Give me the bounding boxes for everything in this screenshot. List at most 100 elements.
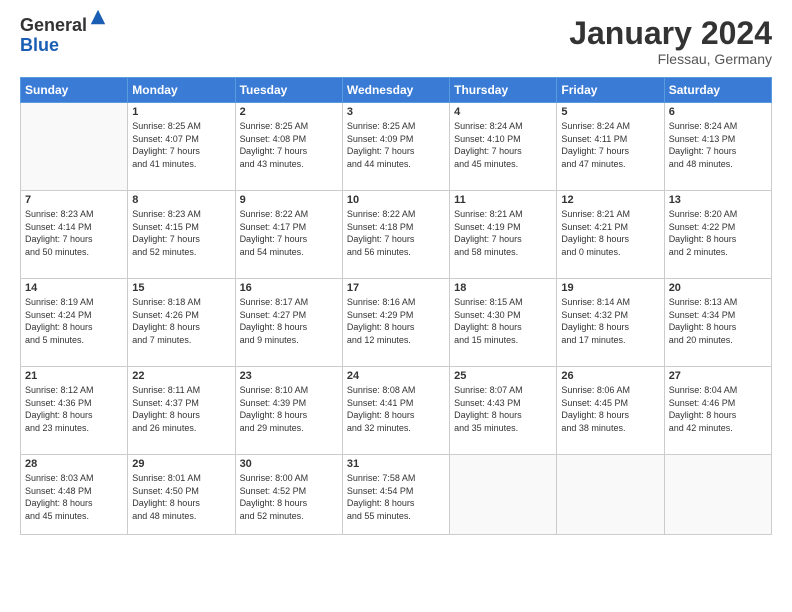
table-row: 15 Sunrise: 8:18 AM Sunset: 4:26 PM Dayli… (128, 279, 235, 367)
day-info: Sunrise: 8:12 AM Sunset: 4:36 PM Dayligh… (25, 384, 123, 434)
table-row: 19Sunrise: 8:14 AM Sunset: 4:32 PM Dayli… (557, 279, 664, 367)
title-block: January 2024 Flessau, Germany (569, 16, 772, 67)
table-row: 13 Sunrise: 8:20 AM Sunset: 4:22 PM Dayli… (664, 191, 771, 279)
table-row: 28Sunrise: 8:03 AM Sunset: 4:48 PM Dayli… (21, 455, 128, 535)
day-info: Sunrise: 8:19 AM Sunset: 4:24 PM Dayligh… (25, 296, 123, 346)
day-info: Sunrise: 8:18 AM Sunset: 4:26 PM Dayligh… (132, 296, 230, 346)
table-row: 11 Sunrise: 8:21 AM Sunset: 4:19 PM Dayli… (450, 191, 557, 279)
table-row: 30Sunrise: 8:00 AM Sunset: 4:52 PM Dayli… (235, 455, 342, 535)
table-row: 27 Sunrise: 8:04 AM Sunset: 4:46 PM Dayli… (664, 367, 771, 455)
day-number: 25 (454, 370, 552, 382)
table-row (664, 455, 771, 535)
day-info: Sunrise: 8:21 AM Sunset: 4:21 PM Dayligh… (561, 208, 659, 258)
calendar-table: Sunday Monday Tuesday Wednesday Thursday… (20, 77, 772, 535)
table-row: 26Sunrise: 8:06 AM Sunset: 4:45 PM Dayli… (557, 367, 664, 455)
table-row: 22Sunrise: 8:11 AM Sunset: 4:37 PM Dayli… (128, 367, 235, 455)
day-number: 18 (454, 282, 552, 294)
col-sunday: Sunday (21, 78, 128, 103)
col-thursday: Thursday (450, 78, 557, 103)
day-info: Sunrise: 8:21 AM Sunset: 4:19 PM Dayligh… (454, 208, 552, 258)
calendar-week-row: 21 Sunrise: 8:12 AM Sunset: 4:36 PM Dayli… (21, 367, 772, 455)
table-row: 21 Sunrise: 8:12 AM Sunset: 4:36 PM Dayli… (21, 367, 128, 455)
day-info: Sunrise: 8:15 AM Sunset: 4:30 PM Dayligh… (454, 296, 552, 346)
col-friday: Friday (557, 78, 664, 103)
table-row: 10 Sunrise: 8:22 AM Sunset: 4:18 PM Dayli… (342, 191, 449, 279)
day-number: 27 (669, 370, 767, 382)
table-row (557, 455, 664, 535)
day-number: 24 (347, 370, 445, 382)
day-info: Sunrise: 8:11 AM Sunset: 4:37 PM Dayligh… (132, 384, 230, 434)
day-number: 17 (347, 282, 445, 294)
day-info: Sunrise: 8:03 AM Sunset: 4:48 PM Dayligh… (25, 472, 123, 522)
day-info: Sunrise: 8:22 AM Sunset: 4:18 PM Dayligh… (347, 208, 445, 258)
table-row: 6Sunrise: 8:24 AM Sunset: 4:13 PM Daylig… (664, 103, 771, 191)
col-saturday: Saturday (664, 78, 771, 103)
day-number: 10 (347, 194, 445, 206)
day-number: 13 (669, 194, 767, 206)
day-number: 31 (347, 458, 445, 470)
day-number: 14 (25, 282, 123, 294)
day-number: 15 (132, 282, 230, 294)
table-row: 12 Sunrise: 8:21 AM Sunset: 4:21 PM Dayli… (557, 191, 664, 279)
page: General Blue January 2024 Flessau, Germa… (0, 0, 792, 612)
day-info: Sunrise: 7:58 AM Sunset: 4:54 PM Dayligh… (347, 472, 445, 522)
calendar-week-row: 28Sunrise: 8:03 AM Sunset: 4:48 PM Dayli… (21, 455, 772, 535)
table-row: 25 Sunrise: 8:07 AM Sunset: 4:43 PM Dayli… (450, 367, 557, 455)
day-info: Sunrise: 8:14 AM Sunset: 4:32 PM Dayligh… (561, 296, 659, 346)
day-number: 16 (240, 282, 338, 294)
day-number: 4 (454, 106, 552, 118)
day-info: Sunrise: 8:24 AM Sunset: 4:13 PM Dayligh… (669, 120, 767, 170)
table-row: 8 Sunrise: 8:23 AM Sunset: 4:15 PM Daylig… (128, 191, 235, 279)
day-info: Sunrise: 8:25 AM Sunset: 4:07 PM Dayligh… (132, 120, 230, 170)
day-info: Sunrise: 8:13 AM Sunset: 4:34 PM Dayligh… (669, 296, 767, 346)
day-number: 7 (25, 194, 123, 206)
day-info: Sunrise: 8:23 AM Sunset: 4:14 PM Dayligh… (25, 208, 123, 258)
day-info: Sunrise: 8:25 AM Sunset: 4:09 PM Dayligh… (347, 120, 445, 170)
day-info: Sunrise: 8:07 AM Sunset: 4:43 PM Dayligh… (454, 384, 552, 434)
month-title: January 2024 (569, 16, 772, 51)
day-number: 3 (347, 106, 445, 118)
day-info: Sunrise: 8:24 AM Sunset: 4:10 PM Dayligh… (454, 120, 552, 170)
day-info: Sunrise: 8:17 AM Sunset: 4:27 PM Dayligh… (240, 296, 338, 346)
calendar-week-row: 14 Sunrise: 8:19 AM Sunset: 4:24 PM Dayli… (21, 279, 772, 367)
day-info: Sunrise: 8:01 AM Sunset: 4:50 PM Dayligh… (132, 472, 230, 522)
table-row: 29 Sunrise: 8:01 AM Sunset: 4:50 PM Dayli… (128, 455, 235, 535)
table-row: 16 Sunrise: 8:17 AM Sunset: 4:27 PM Dayli… (235, 279, 342, 367)
table-row: 5 Sunrise: 8:24 AM Sunset: 4:11 PM Daylig… (557, 103, 664, 191)
day-info: Sunrise: 8:08 AM Sunset: 4:41 PM Dayligh… (347, 384, 445, 434)
location: Flessau, Germany (569, 51, 772, 67)
table-row: 14 Sunrise: 8:19 AM Sunset: 4:24 PM Dayli… (21, 279, 128, 367)
day-number: 5 (561, 106, 659, 118)
calendar-week-row: 1 Sunrise: 8:25 AM Sunset: 4:07 PM Daylig… (21, 103, 772, 191)
col-monday: Monday (128, 78, 235, 103)
day-number: 20 (669, 282, 767, 294)
day-number: 23 (240, 370, 338, 382)
logo-general-text: General (20, 16, 87, 36)
day-number: 8 (132, 194, 230, 206)
table-row: 1 Sunrise: 8:25 AM Sunset: 4:07 PM Daylig… (128, 103, 235, 191)
day-info: Sunrise: 8:04 AM Sunset: 4:46 PM Dayligh… (669, 384, 767, 434)
table-row: 24 Sunrise: 8:08 AM Sunset: 4:41 PM Dayli… (342, 367, 449, 455)
day-info: Sunrise: 8:23 AM Sunset: 4:15 PM Dayligh… (132, 208, 230, 258)
table-row: 20 Sunrise: 8:13 AM Sunset: 4:34 PM Dayli… (664, 279, 771, 367)
day-number: 1 (132, 106, 230, 118)
day-info: Sunrise: 8:24 AM Sunset: 4:11 PM Dayligh… (561, 120, 659, 170)
table-row: 3 Sunrise: 8:25 AM Sunset: 4:09 PM Daylig… (342, 103, 449, 191)
col-tuesday: Tuesday (235, 78, 342, 103)
day-number: 21 (25, 370, 123, 382)
day-number: 12 (561, 194, 659, 206)
day-info: Sunrise: 8:22 AM Sunset: 4:17 PM Dayligh… (240, 208, 338, 258)
day-number: 29 (132, 458, 230, 470)
day-number: 11 (454, 194, 552, 206)
header: General Blue January 2024 Flessau, Germa… (20, 16, 772, 67)
col-wednesday: Wednesday (342, 78, 449, 103)
day-info: Sunrise: 8:25 AM Sunset: 4:08 PM Dayligh… (240, 120, 338, 170)
table-row: 23Sunrise: 8:10 AM Sunset: 4:39 PM Dayli… (235, 367, 342, 455)
day-number: 9 (240, 194, 338, 206)
table-row (21, 103, 128, 191)
table-row: 2Sunrise: 8:25 AM Sunset: 4:08 PM Daylig… (235, 103, 342, 191)
calendar-header-row: Sunday Monday Tuesday Wednesday Thursday… (21, 78, 772, 103)
day-info: Sunrise: 8:20 AM Sunset: 4:22 PM Dayligh… (669, 208, 767, 258)
day-info: Sunrise: 8:16 AM Sunset: 4:29 PM Dayligh… (347, 296, 445, 346)
table-row: 17 Sunrise: 8:16 AM Sunset: 4:29 PM Dayli… (342, 279, 449, 367)
